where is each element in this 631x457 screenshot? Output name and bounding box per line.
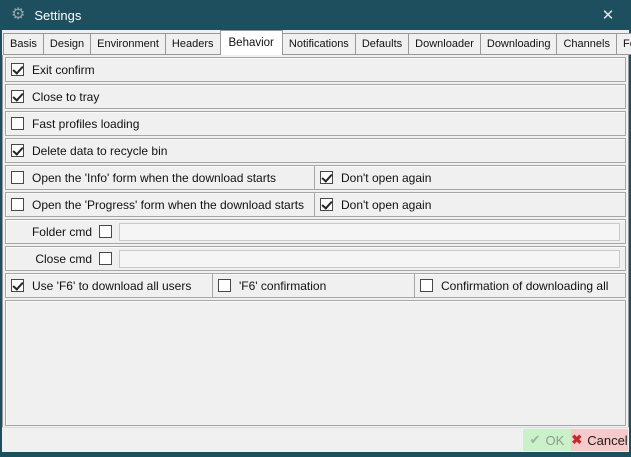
folder-cmd-input[interactable] <box>119 223 620 241</box>
confirm-download-all-label: Confirmation of downloading all <box>441 279 608 293</box>
use-f6-checkbox[interactable] <box>11 279 24 292</box>
fast-profiles-label: Fast profiles loading <box>32 117 139 131</box>
info-dont-open-cell: Don't open again <box>314 166 625 189</box>
tab-bar: Basis Design Environment Headers Behavio… <box>2 30 629 55</box>
confirm-download-all-checkbox[interactable] <box>420 279 433 292</box>
tab-feed[interactable]: Feed <box>616 33 631 55</box>
open-progress-cell: Open the 'Progress' form when the downlo… <box>6 193 314 216</box>
row-close-cmd: Close cmd <box>5 246 626 271</box>
progress-dont-open-cell: Don't open again <box>314 193 625 216</box>
tab-environment[interactable]: Environment <box>90 33 166 55</box>
exit-confirm-checkbox[interactable] <box>11 63 24 76</box>
close-cmd-checkbox[interactable] <box>99 252 112 265</box>
row-exit-confirm: Exit confirm <box>5 57 626 82</box>
folder-cmd-checkbox[interactable] <box>99 225 112 238</box>
tab-design[interactable]: Design <box>43 33 91 55</box>
ok-button-label: OK <box>546 433 565 448</box>
row-close-to-tray: Close to tray <box>5 84 626 109</box>
cancel-x-icon: ✖ <box>571 432 582 448</box>
tab-page-behavior: Exit confirm Close to tray Fast profiles… <box>2 54 629 427</box>
delete-recycle-checkbox[interactable] <box>11 144 24 157</box>
gear-icon: ⚙ <box>11 7 25 23</box>
f6-confirmation-cell: 'F6' confirmation <box>212 274 414 297</box>
tab-notifications[interactable]: Notifications <box>282 33 356 55</box>
f6-confirmation-checkbox[interactable] <box>218 279 231 292</box>
window-title: Settings <box>34 8 81 23</box>
client-area: Basis Design Environment Headers Behavio… <box>2 30 629 452</box>
close-to-tray-checkbox[interactable] <box>11 90 24 103</box>
info-dont-open-label: Don't open again <box>341 171 431 185</box>
ok-check-icon: ✔ <box>530 432 541 448</box>
settings-window: ⚙ Settings ✕ Basis Design Environment He… <box>0 0 631 457</box>
tab-downloader[interactable]: Downloader <box>408 33 481 55</box>
exit-confirm-label: Exit confirm <box>32 63 95 77</box>
open-info-cell: Open the 'Info' form when the download s… <box>6 166 314 189</box>
f6-confirmation-label: 'F6' confirmation <box>239 279 326 293</box>
open-info-checkbox[interactable] <box>11 171 24 184</box>
row-delete-recycle: Delete data to recycle bin <box>5 138 626 163</box>
tab-defaults[interactable]: Defaults <box>355 33 409 55</box>
close-cmd-input[interactable] <box>119 250 620 268</box>
button-bar: ✔ OK ✖ Cancel <box>2 427 629 452</box>
use-f6-label: Use 'F6' to download all users <box>32 279 191 293</box>
row-f6-options: Use 'F6' to download all users 'F6' conf… <box>5 273 626 298</box>
cancel-button[interactable]: ✖ Cancel <box>571 429 628 451</box>
empty-panel <box>5 300 626 426</box>
open-progress-checkbox[interactable] <box>11 198 24 211</box>
tab-downloading[interactable]: Downloading <box>480 33 558 55</box>
use-f6-cell: Use 'F6' to download all users <box>6 274 212 297</box>
cancel-button-label: Cancel <box>587 433 627 448</box>
row-open-progress: Open the 'Progress' form when the downlo… <box>5 192 626 217</box>
progress-dont-open-label: Don't open again <box>341 198 431 212</box>
close-icon[interactable]: ✕ <box>595 0 621 30</box>
titlebar: ⚙ Settings ✕ <box>0 0 631 30</box>
delete-recycle-label: Delete data to recycle bin <box>32 144 167 158</box>
open-progress-label: Open the 'Progress' form when the downlo… <box>32 198 304 212</box>
progress-dont-open-checkbox[interactable] <box>320 198 333 211</box>
open-info-label: Open the 'Info' form when the download s… <box>32 171 276 185</box>
info-dont-open-checkbox[interactable] <box>320 171 333 184</box>
row-folder-cmd: Folder cmd <box>5 219 626 244</box>
close-to-tray-label: Close to tray <box>32 90 99 104</box>
tab-behavior[interactable]: Behavior <box>220 30 283 55</box>
confirm-download-all-cell: Confirmation of downloading all <box>414 274 625 297</box>
ok-button[interactable]: ✔ OK <box>523 429 571 451</box>
row-open-info: Open the 'Info' form when the download s… <box>5 165 626 190</box>
tab-channels[interactable]: Channels <box>556 33 616 55</box>
row-fast-profiles: Fast profiles loading <box>5 111 626 136</box>
folder-cmd-label: Folder cmd <box>12 225 92 239</box>
tab-basis[interactable]: Basis <box>3 33 44 55</box>
fast-profiles-checkbox[interactable] <box>11 117 24 130</box>
close-cmd-label: Close cmd <box>12 252 92 266</box>
tab-headers[interactable]: Headers <box>165 33 221 55</box>
